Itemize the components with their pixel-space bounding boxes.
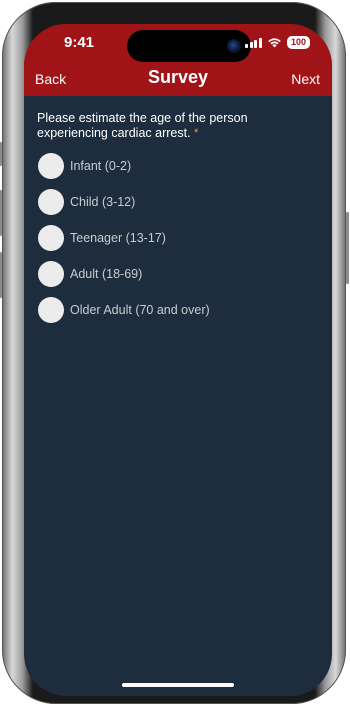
header: 9:41 100 Back Survey Next bbox=[24, 24, 332, 96]
volume-down-button bbox=[0, 252, 2, 298]
camera-icon bbox=[227, 39, 241, 53]
option-teenager[interactable]: Teenager (13-17) bbox=[38, 225, 166, 251]
option-label: Teenager (13-17) bbox=[70, 231, 166, 245]
option-infant[interactable]: Infant (0-2) bbox=[38, 153, 131, 179]
option-label: Adult (18-69) bbox=[70, 267, 143, 281]
question-label: Please estimate the age of the person ex… bbox=[37, 111, 248, 140]
radio-button[interactable] bbox=[38, 225, 64, 251]
screen: 9:41 100 Back Survey Next Please estimat… bbox=[24, 24, 332, 696]
silent-switch bbox=[0, 142, 2, 166]
status-icons: 100 bbox=[245, 36, 310, 49]
option-label: Child (3-12) bbox=[70, 195, 136, 209]
question-text: Please estimate the age of the person ex… bbox=[37, 111, 317, 141]
power-button bbox=[346, 212, 349, 284]
radio-button[interactable] bbox=[38, 297, 64, 323]
signal-icon bbox=[245, 37, 262, 48]
required-marker: * bbox=[194, 127, 199, 139]
home-indicator[interactable] bbox=[122, 683, 234, 687]
option-label: Infant (0-2) bbox=[70, 159, 132, 173]
volume-up-button bbox=[0, 190, 2, 236]
next-button[interactable]: Next bbox=[291, 71, 320, 87]
phone-frame: 9:41 100 Back Survey Next Please estimat… bbox=[0, 2, 349, 704]
radio-button[interactable] bbox=[38, 261, 64, 287]
wifi-icon bbox=[268, 38, 281, 48]
option-label: Older Adult (70 and over) bbox=[70, 303, 210, 317]
radio-button[interactable] bbox=[38, 189, 64, 215]
option-older-adult[interactable]: Older Adult (70 and over) bbox=[38, 297, 210, 323]
page-title: Survey bbox=[147, 67, 209, 87]
option-adult[interactable]: Adult (18-69) bbox=[38, 261, 142, 287]
status-time: 9:41 bbox=[64, 34, 95, 51]
dynamic-island bbox=[127, 30, 251, 62]
option-child[interactable]: Child (3-12) bbox=[38, 189, 135, 215]
battery-icon: 100 bbox=[286, 36, 310, 49]
radio-button[interactable] bbox=[38, 153, 64, 179]
